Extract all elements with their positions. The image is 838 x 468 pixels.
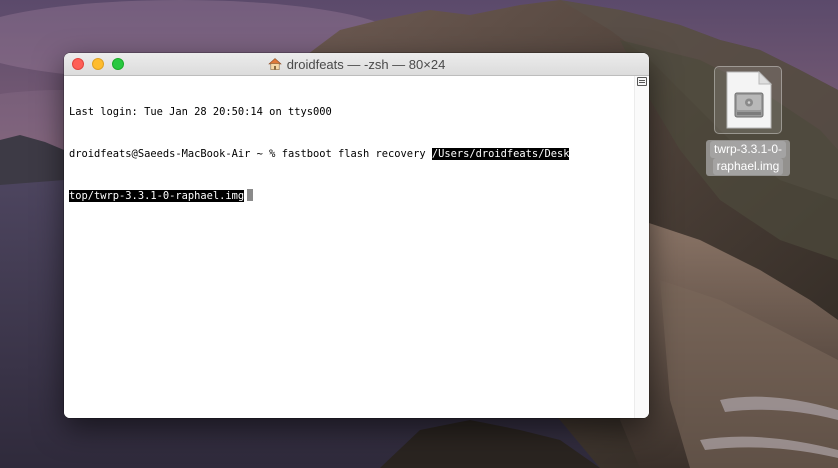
command-text: droidfeats@Saeeds-MacBook-Air ~ % fastbo… [69,148,432,160]
title-bar[interactable]: droidfeats — -zsh — 80×24 [64,53,649,76]
terminal-line-path: top/twrp-3.3.1-0-raphael.img [69,189,569,203]
terminal-line-command: droidfeats@Saeeds-MacBook-Air ~ % fastbo… [69,147,570,161]
terminal-line-login: Last login: Tue Jan 28 20:50:14 on ttys0… [69,106,332,118]
text-cursor [247,189,254,201]
home-icon [267,58,282,70]
file-icon-selection[interactable] [714,66,782,134]
selected-path-part1: /Users/droidfeats/Desk [431,148,570,160]
maximize-button[interactable] [112,58,124,70]
window-title-group: droidfeats — -zsh — 80×24 [64,53,649,75]
terminal-content[interactable]: Last login: Tue Jan 28 20:50:14 on ttys0… [64,76,635,418]
disk-image-icon [726,71,773,129]
terminal-window[interactable]: droidfeats — -zsh — 80×24 Last login: Tu… [64,53,649,418]
file-name-line2: raphael.img [712,158,784,175]
close-button[interactable] [72,58,84,70]
split-pane-icon[interactable] [637,77,647,86]
file-name-label[interactable]: twrp-3.3.1-0- raphael.img [702,140,794,176]
window-title: droidfeats — -zsh — 80×24 [286,56,446,72]
scrollbar[interactable] [634,76,649,418]
desktop-file-item[interactable]: twrp-3.3.1-0- raphael.img [702,66,794,176]
minimize-button[interactable] [92,58,104,70]
selected-path-part2: top/twrp-3.3.1-0-raphael.img [69,190,245,202]
file-name-line1: twrp-3.3.1-0- [709,141,787,158]
terminal-output[interactable]: Last login: Tue Jan 28 20:50:14 on ttys0… [69,77,570,231]
